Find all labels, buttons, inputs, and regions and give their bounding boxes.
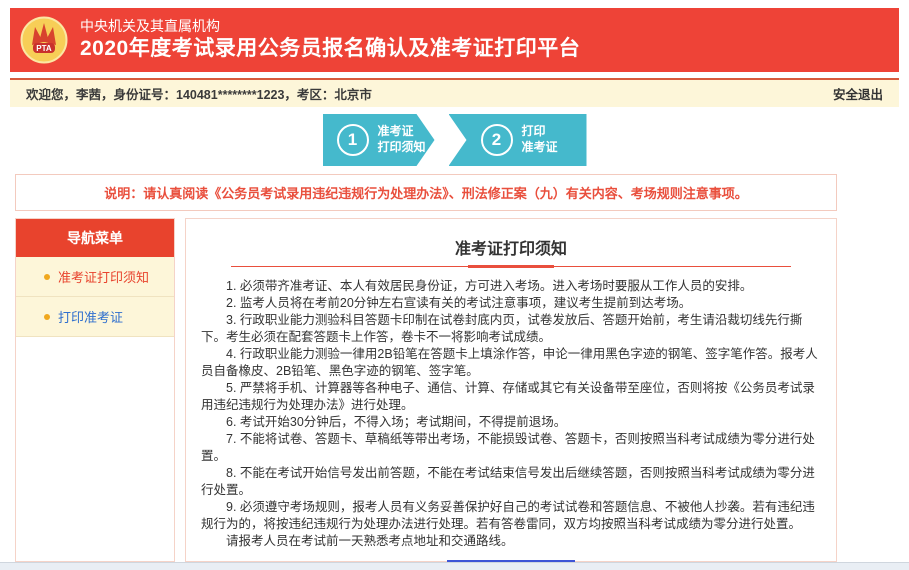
rule-paragraph: 7. 不能将试卷、答题卡、草稿纸等带出考场，不能损毁试卷、答题卡，否则按照当科考… — [201, 431, 821, 465]
rule-paragraph: 6. 考试开始30分钟后，不得入场；考试期间，不得提前退场。 — [201, 414, 821, 431]
bullet-icon — [44, 274, 50, 280]
rule-paragraph: 8. 不能在考试开始信号发出前答题，不能在考试结束信号发出后继续答题，否则按照当… — [201, 465, 821, 499]
sidebar-item-label: 打印准考证 — [58, 307, 123, 326]
title-underline — [231, 265, 791, 268]
footer-strip — [0, 562, 909, 570]
page-title: 2020年度考试录用公务员报名确认及准考证打印平台 — [80, 36, 580, 62]
rule-paragraph: 9. 必须遵守考场规则，报考人员有义务妥善保护好自己的考试试卷和答题信息、不被他… — [201, 499, 821, 533]
exam-rules-text: 1. 必须带齐准考证、本人有效居民身份证，方可进入考场。进入考场时要服从工作人员… — [201, 278, 821, 550]
sidebar-item-print-ticket[interactable]: 打印准考证 — [16, 297, 174, 337]
rule-paragraph: 请报考人员在考试前一天熟悉考点地址和交通路线。 — [201, 533, 821, 550]
step-1-label: 准考证打印须知 — [378, 124, 426, 155]
step-1-number: 1 — [337, 124, 369, 156]
logo-text: PTA — [36, 44, 52, 53]
org-name: 中央机关及其直属机构 — [80, 18, 580, 36]
nav-sidebar: 导航菜单 准考证打印须知 打印准考证 — [15, 218, 175, 562]
sidebar-title: 导航菜单 — [16, 219, 174, 257]
rule-paragraph: 4. 行政职业能力测验一律用2B铅笔在答题卡上填涂作答，申论一律用黑色字迹的钢笔… — [201, 346, 821, 380]
header-banner: PTA 中央机关及其直属机构 2020年度考试录用公务员报名确认及准考证打印平台 — [10, 8, 899, 72]
logout-link[interactable]: 安全退出 — [833, 84, 883, 103]
rule-paragraph: 1. 必须带齐准考证、本人有效居民身份证，方可进入考场。进入考场时要服从工作人员… — [201, 278, 821, 295]
welcome-text: 欢迎您，李茜，身份证号：140481********1223，考区：北京市 — [26, 84, 372, 103]
content-title: 准考证打印须知 — [201, 235, 821, 259]
page: PTA 中央机关及其直属机构 2020年度考试录用公务员报名确认及准考证打印平台… — [0, 0, 909, 570]
rule-paragraph: 5. 严禁将手机、计算器等各种电子、通信、计算、存储或其它有关设备带至座位，否则… — [201, 380, 821, 414]
step-2-number: 2 — [481, 124, 513, 156]
step-2-print-ticket: 2 打印准考证 — [449, 114, 587, 166]
sidebar-item-label: 准考证打印须知 — [58, 267, 149, 286]
pta-logo-icon: PTA — [20, 16, 68, 64]
rule-paragraph: 3. 行政职业能力测验科目答题卡印制在试卷封底内页，试卷发放后、答题开始前，考生… — [201, 312, 821, 346]
instruction-notice: 说明：请认真阅读《公务员考试录用违纪违规行为处理办法》、刑法修正案（九）有关内容… — [15, 174, 837, 211]
user-info-bar: 欢迎您，李茜，身份证号：140481********1223，考区：北京市 安全… — [10, 78, 899, 107]
rule-paragraph: 2. 监考人员将在考前20分钟左右宣读有关的考试注意事项，建议考生提前到达考场。 — [201, 295, 821, 312]
step-1-print-notice: 1 准考证打印须知 — [323, 114, 435, 166]
step-2-label: 打印准考证 — [522, 124, 558, 155]
step-indicator: 1 准考证打印须知 2 打印准考证 — [10, 114, 899, 166]
sidebar-item-print-notice[interactable]: 准考证打印须知 — [16, 257, 174, 297]
main-content: 准考证打印须知 1. 必须带齐准考证、本人有效居民身份证，方可进入考场。进入考场… — [185, 218, 837, 562]
bullet-icon — [44, 314, 50, 320]
